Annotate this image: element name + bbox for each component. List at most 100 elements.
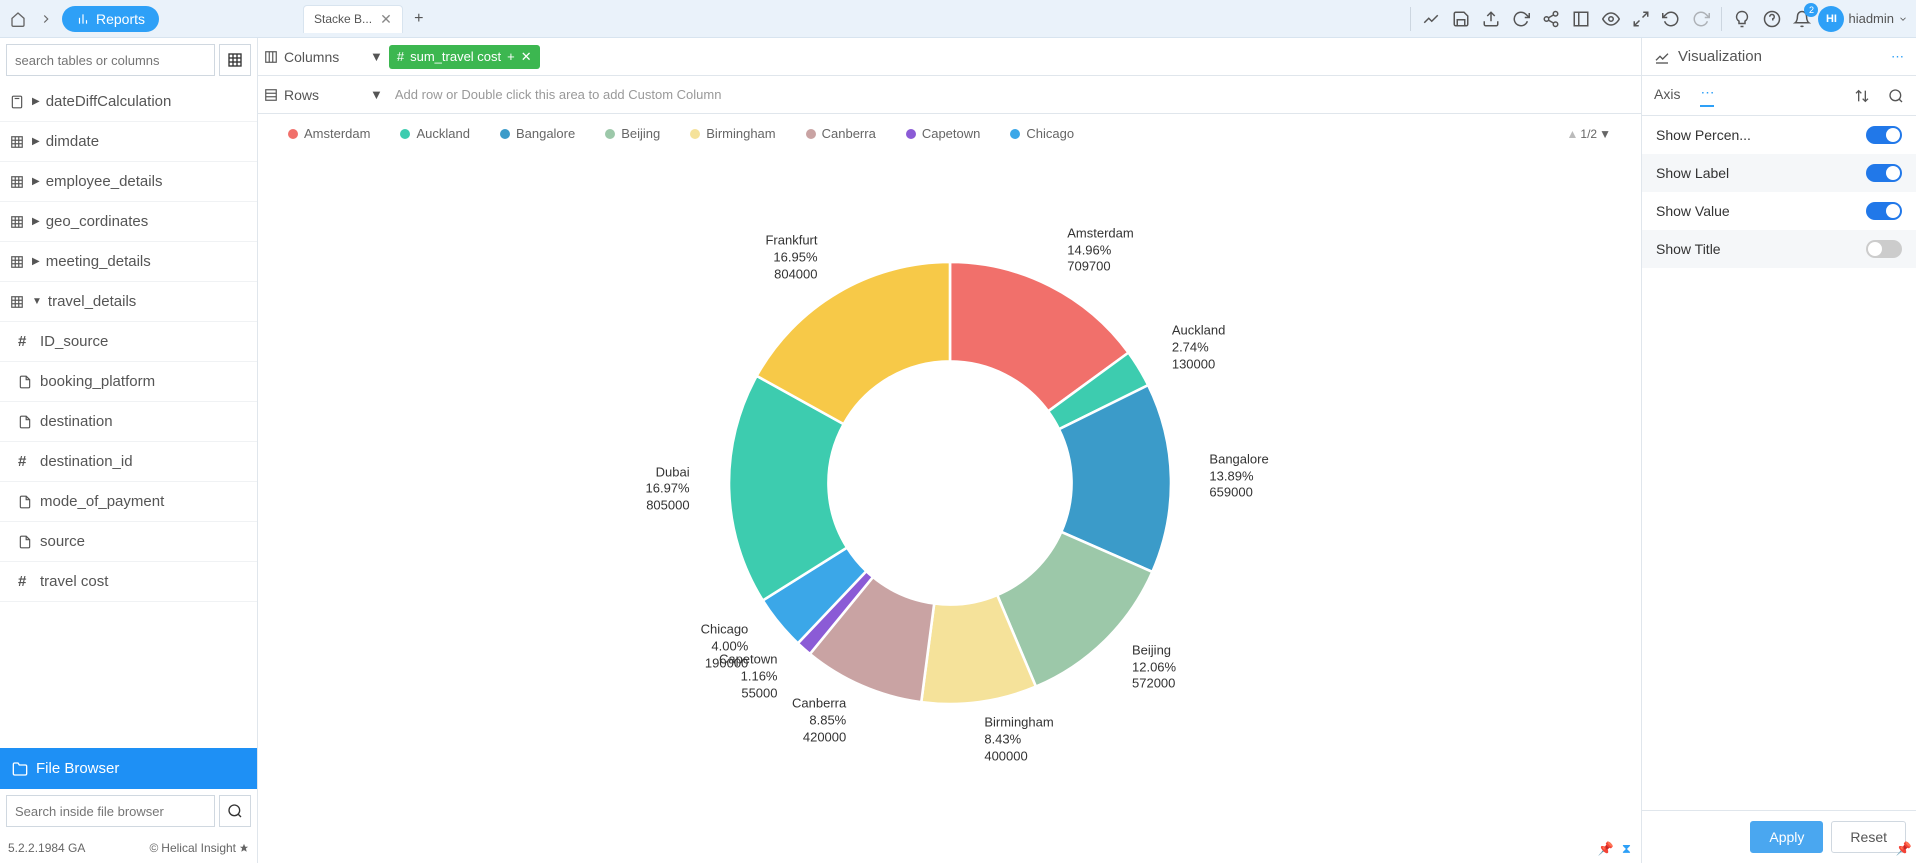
table-item[interactable]: ▶dimdate (0, 122, 257, 162)
pin-icon[interactable] (239, 843, 249, 853)
toggle-switch[interactable] (1866, 240, 1902, 258)
sidebar: ▶dateDiffCalculation▶dimdate▶employee_de… (0, 38, 258, 863)
eye-icon[interactable] (1597, 5, 1625, 33)
viz-tabs: Axis ⋯ (1642, 76, 1916, 116)
breadcrumb-chevron[interactable] (32, 5, 60, 33)
table-item[interactable]: ▼travel_details (0, 282, 257, 322)
legend-item[interactable]: Auckland (400, 126, 469, 141)
save-icon[interactable] (1447, 5, 1475, 33)
search-input[interactable] (6, 44, 215, 76)
search-icon[interactable] (1888, 88, 1904, 104)
slice-label: Canberra8.85%420000 (792, 696, 846, 747)
close-icon[interactable]: ✕ (380, 11, 392, 28)
avatar: HI (1818, 6, 1844, 32)
lightbulb-icon[interactable] (1728, 5, 1756, 33)
chart-footer: 📌 ⧗ (1598, 841, 1631, 857)
legend-item[interactable]: Amsterdam (288, 126, 370, 141)
tab-label: Stacke B... (314, 12, 372, 26)
document-tab[interactable]: Stacke B... ✕ (303, 5, 403, 33)
notification-badge: 2 (1804, 3, 1818, 17)
pin-icon[interactable]: 📌 (1598, 841, 1614, 857)
refresh-icon[interactable] (1507, 5, 1535, 33)
search-icon[interactable] (219, 795, 251, 827)
new-tab-button[interactable]: + (407, 7, 431, 31)
share-icon[interactable] (1537, 5, 1565, 33)
pin-icon[interactable]: 📌 (1896, 841, 1912, 857)
page-indicator: 1/2 (1580, 127, 1597, 141)
toggle-switch[interactable] (1866, 164, 1902, 182)
apply-button[interactable]: Apply (1750, 821, 1823, 853)
rows-shelf[interactable]: Rows ▼ Add row or Double click this area… (258, 76, 1641, 114)
table-item[interactable]: ▶meeting_details (0, 242, 257, 282)
column-item[interactable]: booking_platform (0, 362, 257, 402)
redo-icon[interactable] (1687, 5, 1715, 33)
legend-dot (605, 129, 615, 139)
tree-item-label: destination_id (40, 453, 133, 470)
export-icon[interactable] (1477, 5, 1505, 33)
more-icon[interactable]: ⋯ (1891, 49, 1904, 65)
columns-dropdown[interactable]: ▼ (370, 49, 383, 64)
plus-icon[interactable]: + (507, 49, 515, 64)
column-item[interactable]: #destination_id (0, 442, 257, 482)
reports-label: Reports (96, 11, 145, 27)
legend-item[interactable]: Chicago (1010, 126, 1074, 141)
column-item[interactable]: #travel cost (0, 562, 257, 602)
column-item[interactable]: source (0, 522, 257, 562)
toggle-switch[interactable] (1866, 126, 1902, 144)
rows-icon (264, 88, 278, 102)
table-grid-icon[interactable] (219, 44, 251, 76)
column-item[interactable]: #ID_source (0, 322, 257, 362)
tree-item-label: ID_source (40, 333, 108, 350)
table-item[interactable]: ▶dateDiffCalculation (0, 82, 257, 122)
legend-item[interactable]: Bangalore (500, 126, 575, 141)
fb-search-row (0, 789, 257, 833)
expand-icon: ▶ (32, 96, 40, 107)
column-item[interactable]: mode_of_payment (0, 482, 257, 522)
donut-chart[interactable]: Amsterdam14.96%709700Auckland2.74%130000… (258, 153, 1641, 812)
help-icon[interactable] (1758, 5, 1786, 33)
page-down-icon[interactable]: ▼ (1599, 127, 1611, 141)
page-up-icon[interactable]: ▲ (1567, 127, 1579, 141)
legend-item[interactable]: Birmingham (690, 126, 775, 141)
fullscreen-icon[interactable] (1627, 5, 1655, 33)
sort-icon[interactable] (1854, 88, 1870, 104)
reports-pill[interactable]: Reports (62, 6, 159, 32)
user-menu[interactable]: HI hiadmin (1818, 6, 1908, 32)
hourglass-icon[interactable]: ⧗ (1622, 841, 1631, 857)
slice-label: Dubai16.97%805000 (646, 464, 690, 515)
columns-shelf[interactable]: Columns ▼ # sum_travel cost + ✕ (258, 38, 1641, 76)
table-tree[interactable]: ▶dateDiffCalculation▶dimdate▶employee_de… (0, 82, 257, 748)
slice-label: Auckland2.74%130000 (1172, 322, 1225, 373)
table-item[interactable]: ▶employee_details (0, 162, 257, 202)
column-pill[interactable]: # sum_travel cost + ✕ (389, 45, 540, 69)
file-browser-button[interactable]: File Browser (0, 748, 257, 789)
file-browser-search-input[interactable] (6, 795, 215, 827)
remove-pill-icon[interactable]: ✕ (521, 49, 532, 65)
legend-item[interactable]: Capetown (906, 126, 981, 141)
tree-item-label: meeting_details (46, 253, 151, 270)
home-button[interactable] (4, 5, 32, 33)
expand-icon: ▶ (32, 136, 40, 147)
layout-icon[interactable] (1567, 5, 1595, 33)
legend-item[interactable]: Beijing (605, 126, 660, 141)
property-list: Show Percen...Show LabelShow ValueShow T… (1642, 116, 1916, 810)
notification-icon[interactable]: 2 (1788, 5, 1816, 33)
expand-icon: ▶ (32, 216, 40, 227)
tab-axis[interactable]: Axis (1654, 86, 1680, 106)
column-item[interactable]: destination (0, 402, 257, 442)
table-item[interactable]: ▶geo_cordinates (0, 202, 257, 242)
doc-icon (18, 495, 34, 509)
legend-label: Capetown (922, 126, 981, 141)
expand-icon: ▶ (32, 176, 40, 187)
reset-button[interactable]: Reset (1831, 821, 1906, 853)
tab-more[interactable]: ⋯ (1700, 84, 1714, 107)
toggle-switch[interactable] (1866, 202, 1902, 220)
tree-item-label: destination (40, 413, 113, 430)
legend-dot (806, 129, 816, 139)
legend-pager[interactable]: ▲ 1/2 ▼ (1567, 127, 1611, 141)
undo-icon[interactable] (1657, 5, 1685, 33)
line-chart-icon[interactable] (1417, 5, 1445, 33)
version-row: 5.2.2.1984 GA ©Helical Insight (0, 833, 257, 863)
rows-dropdown[interactable]: ▼ (370, 87, 383, 102)
legend-item[interactable]: Canberra (806, 126, 876, 141)
